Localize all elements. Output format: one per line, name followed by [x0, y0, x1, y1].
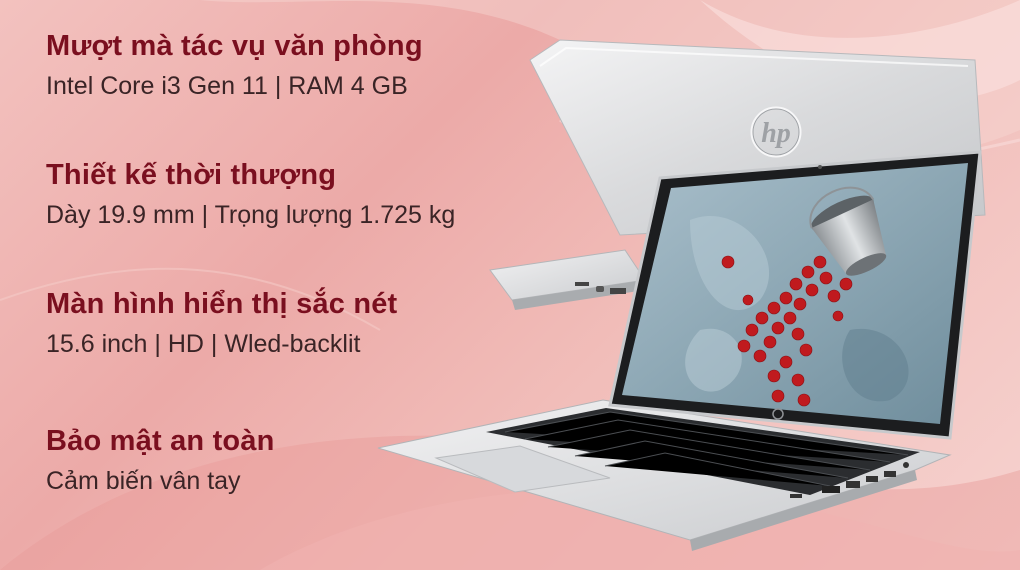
- feature-title: Bảo mật an toàn: [46, 425, 275, 457]
- feature-title: Mượt mà tác vụ văn phòng: [46, 30, 423, 62]
- svg-text:hp: hp: [761, 118, 791, 149]
- feature-title: Màn hình hiển thị sắc nét: [46, 288, 398, 320]
- feature-display: Màn hình hiển thị sắc nét 15.6 inch | HD…: [46, 286, 397, 360]
- feature-design: Thiết kế thời thượng Dày 19.9 mm | Trọng…: [46, 157, 455, 231]
- feature-detail: Intel Core i3 Gen 11 | RAM 4 GB: [46, 72, 408, 100]
- feature-detail: Dày 19.9 mm | Trọng lượng 1.725 kg: [46, 201, 456, 229]
- feature-performance: Mượt mà tác vụ văn phòng Intel Core i3 G…: [46, 28, 423, 102]
- main-laptop-screen: [608, 150, 982, 440]
- feature-detail: Cảm biến vân tay: [46, 467, 241, 495]
- feature-detail: 15.6 inch | HD | Wled-backlit: [46, 330, 361, 358]
- feature-security: Bảo mật an toàn Cảm biến vân tay: [46, 423, 275, 497]
- feature-title: Thiết kế thời thượng: [46, 159, 337, 191]
